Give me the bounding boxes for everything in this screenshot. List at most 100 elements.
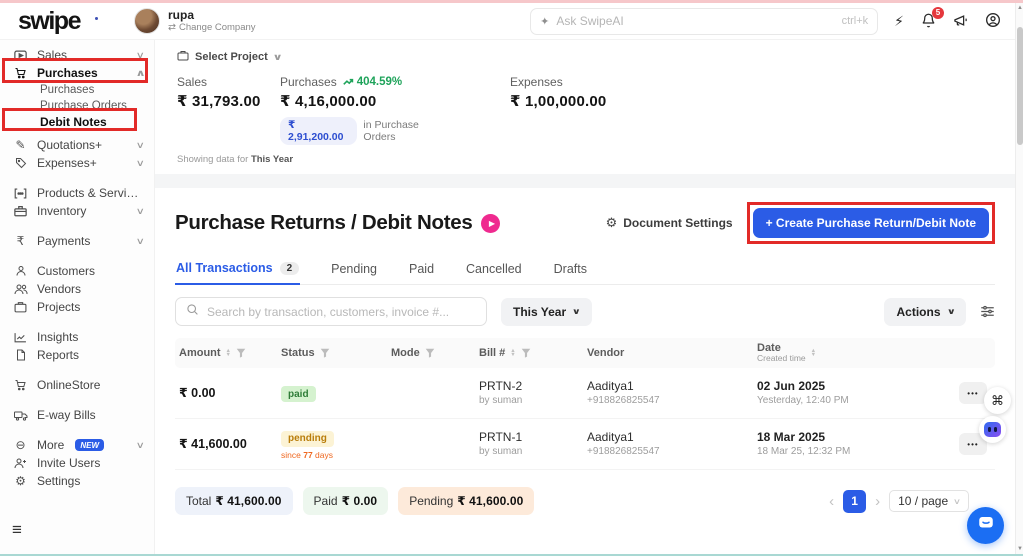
filter-icon[interactable] — [320, 348, 330, 358]
sidebar-item-more[interactable]: ⊖ More NEW ∨ — [0, 436, 154, 454]
next-page-icon[interactable]: › — [875, 494, 880, 509]
document-icon — [13, 349, 28, 361]
hamburger-icon[interactable]: ≡ — [12, 520, 22, 540]
sidebar-item-onlinestore[interactable]: OnlineStore — [0, 376, 154, 394]
play-video-icon[interactable]: ▶ — [481, 213, 501, 233]
sidebar-item-expenses[interactable]: Expenses+ ∨ — [0, 154, 154, 172]
lightning-icon[interactable]: ⚡ — [894, 14, 904, 28]
sidebar-item-customers[interactable]: Customers — [0, 262, 154, 280]
scroll-up-icon[interactable]: ▲ — [1016, 3, 1023, 13]
sales-stat: Sales ₹ 31,793.00 — [177, 75, 280, 145]
bill-by: by suman — [479, 446, 523, 457]
period-filter-button[interactable]: This Year ∨ — [501, 297, 592, 326]
briefcase-icon — [13, 301, 28, 313]
sidebar-item-payments[interactable]: ₹ Payments ∨ — [0, 232, 154, 250]
sidebar-item-reports[interactable]: Reports — [0, 346, 154, 364]
change-company-label[interactable]: Change Company — [179, 22, 256, 33]
sidebar-item-products-services[interactable]: Products & Services — [0, 184, 154, 202]
sidebar-item-projects[interactable]: Projects — [0, 298, 154, 316]
avatar[interactable] — [133, 8, 160, 34]
sort-icon[interactable]: ▲ ▼ — [510, 348, 515, 358]
sidebar-item-quotations[interactable]: ✎ Quotations+ ∨ — [0, 136, 154, 154]
row-amount: ₹ 41,600.00 — [179, 437, 247, 451]
megaphone-icon[interactable] — [953, 13, 968, 30]
expenses-stat: Expenses ₹ 1,00,000.00 — [510, 75, 607, 110]
sidebar-item-settings[interactable]: ⚙ Settings — [0, 472, 154, 490]
sidebar-item-purchases-sub[interactable]: Purchases — [0, 82, 154, 98]
ask-swipeai-search[interactable]: ✦ ctrl+k — [530, 7, 879, 35]
sidebar-item-vendors[interactable]: Vendors — [0, 280, 154, 298]
sidebar-item-sales[interactable]: Sales ∨ — [0, 46, 154, 64]
page-number[interactable]: 1 — [843, 489, 867, 513]
products-icon — [13, 187, 28, 199]
scrollbar-thumb[interactable] — [1017, 27, 1023, 145]
chevron-down-icon: ∨ — [946, 307, 956, 316]
column-settings-icon[interactable] — [980, 305, 995, 318]
topbar: swipe rupa ⇄ Change Company ✦ ctrl+k ⚡ 5 — [0, 3, 1015, 40]
sidebar-item-inventory[interactable]: Inventory ∨ — [0, 202, 154, 220]
row-menu-button[interactable]: ••• — [959, 382, 987, 404]
tab-all-transactions[interactable]: All Transactions 2 — [175, 257, 301, 285]
chevron-down-icon: ∨ — [136, 139, 146, 150]
tab-cancelled[interactable]: Cancelled — [465, 257, 523, 284]
account-icon[interactable] — [985, 12, 1001, 30]
tag-icon — [13, 157, 28, 169]
sparkle-icon: ✦ — [540, 15, 550, 28]
sidebar-item-eway-bills[interactable]: E-way Bills — [0, 406, 154, 424]
purchase-orders-amount-badge: ₹ 2,91,200.00 — [280, 117, 358, 145]
filter-icon[interactable] — [236, 348, 246, 358]
prev-page-icon[interactable]: ‹ — [829, 494, 834, 509]
sidebar-item-purchases[interactable]: Purchases ∧ — [0, 64, 154, 82]
actions-button[interactable]: Actions ∨ — [884, 297, 966, 326]
transaction-search-input[interactable] — [207, 304, 476, 319]
select-project-dropdown[interactable]: Select Project ∨ — [177, 50, 283, 64]
more-circle-icon: ⊖ — [15, 438, 26, 452]
bell-icon[interactable]: 5 — [921, 6, 944, 30]
trend-up-icon: 404.59% — [342, 76, 403, 88]
bill-number: PRTN-1 — [479, 430, 523, 444]
sidebar-item-purchase-orders[interactable]: Purchase Orders — [0, 98, 154, 114]
expenses-value: ₹ 1,00,000.00 — [510, 93, 607, 110]
purchases-trend: 404.59% — [356, 76, 403, 88]
filter-icon[interactable] — [521, 348, 531, 358]
sidebar-item-insights[interactable]: Insights — [0, 328, 154, 346]
command-shortcut-button[interactable]: ⌘ — [984, 387, 1011, 414]
sales-icon — [13, 50, 28, 61]
chevron-down-icon: ∨ — [136, 157, 146, 168]
pagination: ‹ 1 › 10 / page ∨ — [829, 489, 969, 513]
sidebar-item-debit-notes[interactable]: Debit Notes — [0, 114, 154, 130]
row-amount: ₹ 0.00 — [179, 386, 216, 400]
ai-assistant-button[interactable] — [979, 416, 1006, 443]
sort-icon[interactable]: ▲ ▼ — [226, 348, 231, 358]
scroll-down-icon[interactable]: ▼ — [1016, 544, 1023, 554]
create-purchase-return-button[interactable]: + Create Purchase Return/Debit Note — [752, 208, 989, 238]
sidebar-item-invite-users[interactable]: Invite Users — [0, 454, 154, 472]
gear-icon: ⚙ — [605, 215, 618, 230]
tab-pending[interactable]: Pending — [330, 257, 378, 284]
chevron-down-icon: ∨ — [136, 205, 146, 216]
filter-icon[interactable] — [425, 348, 435, 358]
table-row[interactable]: ₹ 0.00 paid PRTN-2 by suman Aaditya1 +91… — [175, 368, 995, 419]
page-size-select[interactable]: 10 / page ∨ — [889, 490, 969, 512]
swap-icon: ⇄ — [167, 22, 176, 33]
cart-icon — [13, 67, 28, 79]
document-settings-button[interactable]: ⚙ Document Settings — [606, 215, 733, 231]
search-icon — [186, 303, 199, 321]
page-scrollbar[interactable]: ▲ ▼ — [1015, 3, 1023, 554]
transaction-search[interactable] — [175, 297, 487, 326]
chat-support-button[interactable] — [967, 507, 1004, 544]
tab-paid[interactable]: Paid — [408, 257, 435, 284]
chevron-down-icon: ∨ — [136, 439, 146, 450]
chevron-down-icon: ∨ — [571, 307, 581, 316]
chevron-down-icon: ∨ — [136, 49, 146, 60]
chat-icon — [977, 514, 995, 537]
sort-icon[interactable]: ▲ ▼ — [811, 348, 816, 358]
table-header: Amount ▲ ▼ Status Mode Bill # ▲ ▼ Vendor… — [175, 338, 995, 368]
ask-swipeai-input[interactable] — [556, 14, 842, 28]
pending-summary-pill: Pending ₹ 41,600.00 — [398, 487, 535, 515]
main-content: Select Project ∨ Sales ₹ 31,793.00 Purch… — [155, 40, 1015, 554]
tab-drafts[interactable]: Drafts — [553, 257, 588, 284]
company-switcher[interactable]: rupa ⇄ Change Company — [133, 8, 256, 34]
table-row[interactable]: ₹ 41,600.00 pending since 77 days PRTN-1… — [175, 419, 995, 470]
paid-summary-pill: Paid ₹ 0.00 — [302, 487, 389, 515]
